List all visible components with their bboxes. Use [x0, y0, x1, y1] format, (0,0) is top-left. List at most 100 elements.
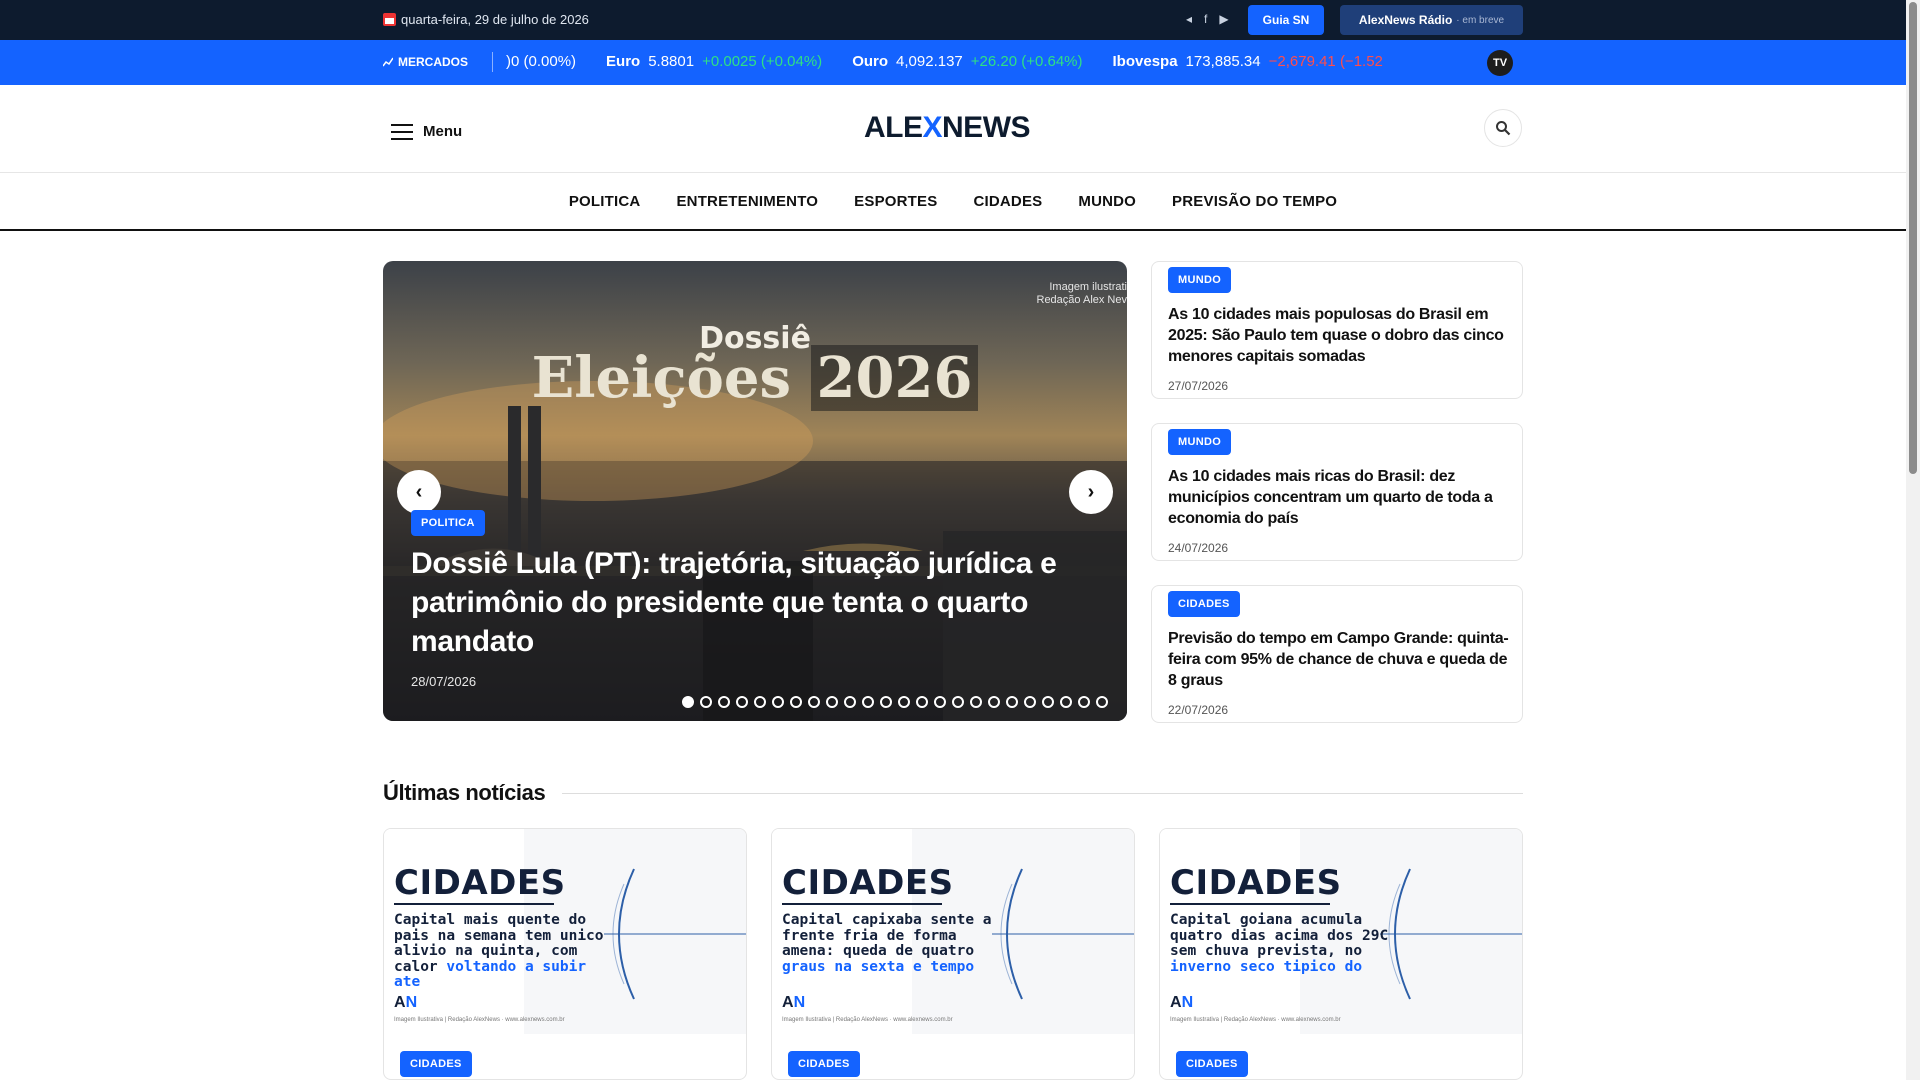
page-scrollbar[interactable] [1906, 0, 1920, 1080]
side-news-date: 22/07/2026 [1168, 703, 1229, 717]
side-news-card[interactable]: MUNDO As 10 cidades mais populosas do Br… [1151, 261, 1523, 399]
image-title-main: Eleições 2026 [383, 345, 1127, 411]
nav-item-entretenimento[interactable]: ENTRETENIMENTO [676, 193, 818, 210]
hamburger-icon [391, 123, 413, 140]
guia-sn-button[interactable]: Guia SN [1248, 5, 1324, 35]
slider-dot[interactable] [826, 696, 838, 708]
slider-dot[interactable] [718, 696, 730, 708]
category-badge[interactable]: CIDADES [400, 1051, 472, 1077]
decorative-arcs [604, 868, 746, 1000]
hero-date: 28/07/2026 [411, 674, 477, 689]
news-thumbnail[interactable]: CIDADES Capital mais quente do pais na s… [384, 829, 746, 1034]
ticker-item: Euro 5.8801 +0.0025 (+0.04%) [606, 53, 823, 70]
news-card[interactable]: CIDADES Capital goiana acumula quatro di… [1159, 828, 1523, 1080]
heading-divider [562, 793, 1523, 794]
thumb-footer: Imagem Ilustrativa | Redação AlexNews · … [782, 1017, 953, 1023]
category-badge[interactable]: CIDADES [1176, 1051, 1248, 1077]
slider-dot[interactable] [1006, 696, 1018, 708]
nav-item-mundo[interactable]: MUNDO [1078, 193, 1136, 210]
site-header: Menu ALEXNEWS [0, 85, 1906, 173]
radio-label: AlexNews Rádio [1358, 13, 1453, 27]
thumb-underline [782, 903, 942, 905]
slider-dot[interactable] [682, 696, 694, 708]
slider-dot[interactable] [898, 696, 910, 708]
slider-dot[interactable] [970, 696, 982, 708]
nav-item-esportes[interactable]: ESPORTES [854, 193, 937, 210]
ticker-label: MERCADOS [383, 55, 468, 69]
side-news-title[interactable]: Previsão do tempo em Campo Grande: quint… [1168, 628, 1513, 691]
thumb-logo: AN [394, 994, 418, 1011]
slider-dot[interactable] [790, 696, 802, 708]
category-badge[interactable]: CIDADES [788, 1051, 860, 1077]
chevron-right-icon: › [1087, 480, 1095, 503]
thumb-text: Capital goiana acumula quatro dias acima… [1170, 912, 1389, 975]
prev-icon[interactable]: ◂ [1186, 12, 1192, 26]
site-logo[interactable]: ALEXNEWS [864, 111, 1031, 145]
menu-button[interactable]: Menu [391, 123, 462, 140]
side-news-title[interactable]: As 10 cidades mais populosas do Brasil e… [1168, 304, 1513, 367]
slider-dot[interactable] [700, 696, 712, 708]
ticker-item: Ibovespa 173,885.34 −2,679.41 (−1.52 [1112, 53, 1383, 70]
slider-dot[interactable] [754, 696, 766, 708]
hero-title[interactable]: Dossiê Lula (PT): trajetória, situação j… [411, 544, 1101, 661]
radio-button[interactable]: AlexNews Rádio · em breve [1340, 5, 1523, 35]
slider-dot[interactable] [862, 696, 874, 708]
current-date: quarta-feira, 29 de julho de 2026 [383, 12, 589, 27]
thumb-heading: CIDADES [1170, 863, 1342, 903]
news-thumbnail[interactable]: CIDADES Capital capixaba sente a frente … [772, 829, 1134, 1034]
side-news-date: 27/07/2026 [1168, 379, 1229, 393]
nav-item-politica[interactable]: POLITICA [569, 193, 641, 210]
slider-dot[interactable] [988, 696, 1000, 708]
search-button[interactable] [1484, 109, 1522, 147]
slider-dot[interactable] [1078, 696, 1090, 708]
slider-dot[interactable] [1024, 696, 1036, 708]
slider-dot[interactable] [880, 696, 892, 708]
main-nav: POLITICA ENTRETENIMENTO ESPORTES CIDADES MUN… [0, 173, 1906, 231]
thumb-underline [394, 903, 554, 905]
hero-slider[interactable]: Imagem ilustrati Redação Alex Nev Dossiê … [383, 261, 1127, 721]
slider-dot[interactable] [844, 696, 856, 708]
ticker-separator [492, 52, 493, 72]
facebook-icon[interactable]: f [1204, 12, 1207, 26]
slider-dot[interactable] [952, 696, 964, 708]
news-card[interactable]: CIDADES Capital mais quente do pais na s… [383, 828, 747, 1080]
slider-dot[interactable] [1060, 696, 1072, 708]
chevron-left-icon: ‹ [415, 480, 423, 503]
latest-news-heading: Últimas notícias [383, 780, 546, 805]
slider-dot[interactable] [1042, 696, 1054, 708]
slider-dot[interactable] [1096, 696, 1108, 708]
prev-slide-button[interactable]: ‹ [397, 470, 441, 514]
hero-category-badge[interactable]: POLITICA [411, 510, 485, 536]
chart-icon [383, 57, 393, 67]
nav-item-cidades[interactable]: CIDADES [973, 193, 1042, 210]
top-bar: quarta-feira, 29 de julho de 2026 ◂ f ▶ … [0, 0, 1906, 40]
image-watermark: Imagem ilustrati Redação Alex Nev [1036, 281, 1128, 306]
thumb-footer: Imagem Ilustrativa | Redação AlexNews · … [1170, 1017, 1341, 1023]
thumb-underline [1170, 903, 1330, 905]
slider-dot[interactable] [772, 696, 784, 708]
decorative-arcs [992, 868, 1134, 1000]
news-thumbnail[interactable]: CIDADES Capital goiana acumula quatro di… [1160, 829, 1522, 1034]
scrollbar-thumb[interactable] [1909, 2, 1917, 474]
side-news-card[interactable]: CIDADES Previsão do tempo em Campo Grand… [1151, 585, 1523, 723]
slider-dot[interactable] [736, 696, 748, 708]
category-badge[interactable]: MUNDO [1168, 429, 1232, 455]
date-text: quarta-feira, 29 de julho de 2026 [401, 12, 589, 27]
news-card[interactable]: CIDADES Capital capixaba sente a frente … [771, 828, 1135, 1080]
youtube-icon[interactable]: ▶ [1219, 12, 1228, 26]
market-ticker: MERCADOS )0 (0.00%) Euro 5.8801 +0.0025 (+0… [0, 40, 1906, 85]
slider-dot[interactable] [916, 696, 928, 708]
side-news-card[interactable]: MUNDO As 10 cidades mais ricas do Brasil… [1151, 423, 1523, 561]
tradingview-badge[interactable]: TV [1487, 50, 1513, 76]
next-slide-button[interactable]: › [1069, 470, 1113, 514]
ticker-item: )0 (0.00%) [506, 53, 577, 70]
nav-item-previs-o-do-tempo[interactable]: PREVISÃO DO TEMPO [1172, 193, 1337, 210]
slider-dot[interactable] [934, 696, 946, 708]
slider-dot[interactable] [808, 696, 820, 708]
radio-soon-label: · em breve [1456, 14, 1505, 26]
category-badge[interactable]: MUNDO [1168, 267, 1232, 293]
thumb-text: Capital capixaba sente a frente fria de … [782, 912, 992, 975]
thumb-logo: AN [782, 994, 806, 1011]
side-news-title[interactable]: As 10 cidades mais ricas do Brasil: dez … [1168, 466, 1513, 529]
category-badge[interactable]: CIDADES [1168, 591, 1240, 617]
